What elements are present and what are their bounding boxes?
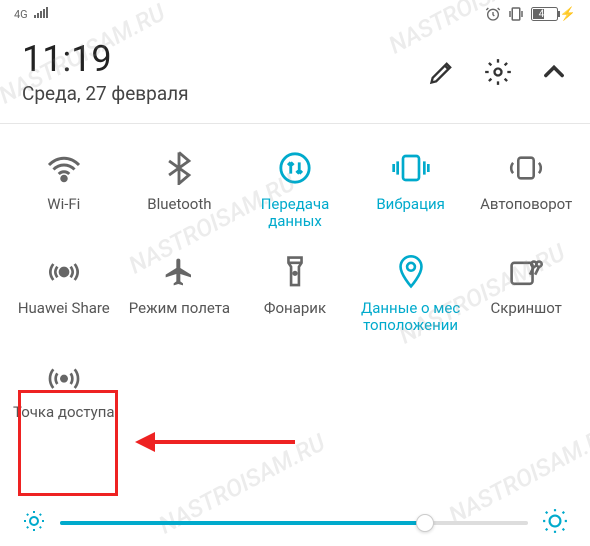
- brightness-low-icon: [22, 509, 46, 537]
- tile-label: Данные о мес тоположении: [355, 300, 467, 336]
- tile-autorotate[interactable]: Автоповорот: [468, 140, 584, 238]
- quick-settings-grid: Wi-Fi Bluetooth Передача данных Вибрация…: [0, 134, 590, 446]
- collapse-button[interactable]: [540, 58, 568, 86]
- date-label[interactable]: Среда, 27 февраля: [22, 82, 189, 105]
- bluetooth-icon: [151, 146, 207, 190]
- tile-mobile-data[interactable]: Передача данных: [237, 140, 353, 238]
- edit-button[interactable]: [428, 58, 456, 86]
- tile-label: Точка доступа: [13, 404, 115, 440]
- location-icon: [383, 250, 439, 294]
- status-bar: 4G 46 ⚡: [0, 0, 590, 28]
- tile-label: Скриншот: [491, 300, 562, 336]
- tile-label: Автоповорот: [480, 196, 572, 232]
- vibrate-icon: [507, 6, 525, 22]
- flashlight-icon: [267, 250, 323, 294]
- tile-label: Wi-Fi: [47, 196, 80, 232]
- notification-header: 11:19 Среда, 27 февраля: [0, 28, 590, 117]
- slider-track[interactable]: [60, 521, 528, 525]
- tile-label: Bluetooth: [147, 196, 211, 232]
- data-icon: [267, 146, 323, 190]
- tile-flashlight[interactable]: Фонарик: [237, 244, 353, 342]
- alarm-icon: [485, 6, 501, 22]
- signal-icon: [34, 6, 50, 22]
- divider: [0, 123, 590, 124]
- tile-huawei-share[interactable]: Huawei Share: [6, 244, 122, 342]
- vibration-icon: [383, 146, 439, 190]
- screenshot-icon: [498, 250, 554, 294]
- tile-label: Режим полета: [129, 300, 230, 336]
- brightness-high-icon: [542, 508, 568, 538]
- airplane-icon: [151, 250, 207, 294]
- battery-indicator: 46 ⚡: [531, 7, 576, 22]
- tile-label: Huawei Share: [18, 300, 110, 336]
- tile-vibration[interactable]: Вибрация: [353, 140, 469, 238]
- slider-thumb[interactable]: [416, 514, 434, 532]
- tile-airplane[interactable]: Режим полета: [122, 244, 238, 342]
- tile-label: Вибрация: [376, 196, 445, 232]
- brightness-slider[interactable]: [0, 508, 590, 538]
- autorotate-icon: [498, 146, 554, 190]
- tile-label: Фонарик: [264, 300, 326, 336]
- wifi-icon: [36, 146, 92, 190]
- settings-button[interactable]: [484, 58, 512, 86]
- tile-label: Передача данных: [239, 196, 351, 232]
- tile-wifi[interactable]: Wi-Fi: [6, 140, 122, 238]
- tile-hotspot[interactable]: Точка доступа: [6, 348, 122, 446]
- slider-fill: [60, 521, 425, 525]
- hotspot-icon: [36, 354, 92, 398]
- tile-screenshot[interactable]: Скриншот: [468, 244, 584, 342]
- tile-location[interactable]: Данные о мес тоположении: [353, 244, 469, 342]
- tile-bluetooth[interactable]: Bluetooth: [122, 140, 238, 238]
- network-type: 4G: [14, 8, 28, 21]
- huawei-share-icon: [36, 250, 92, 294]
- clock-time[interactable]: 11:19: [22, 38, 189, 80]
